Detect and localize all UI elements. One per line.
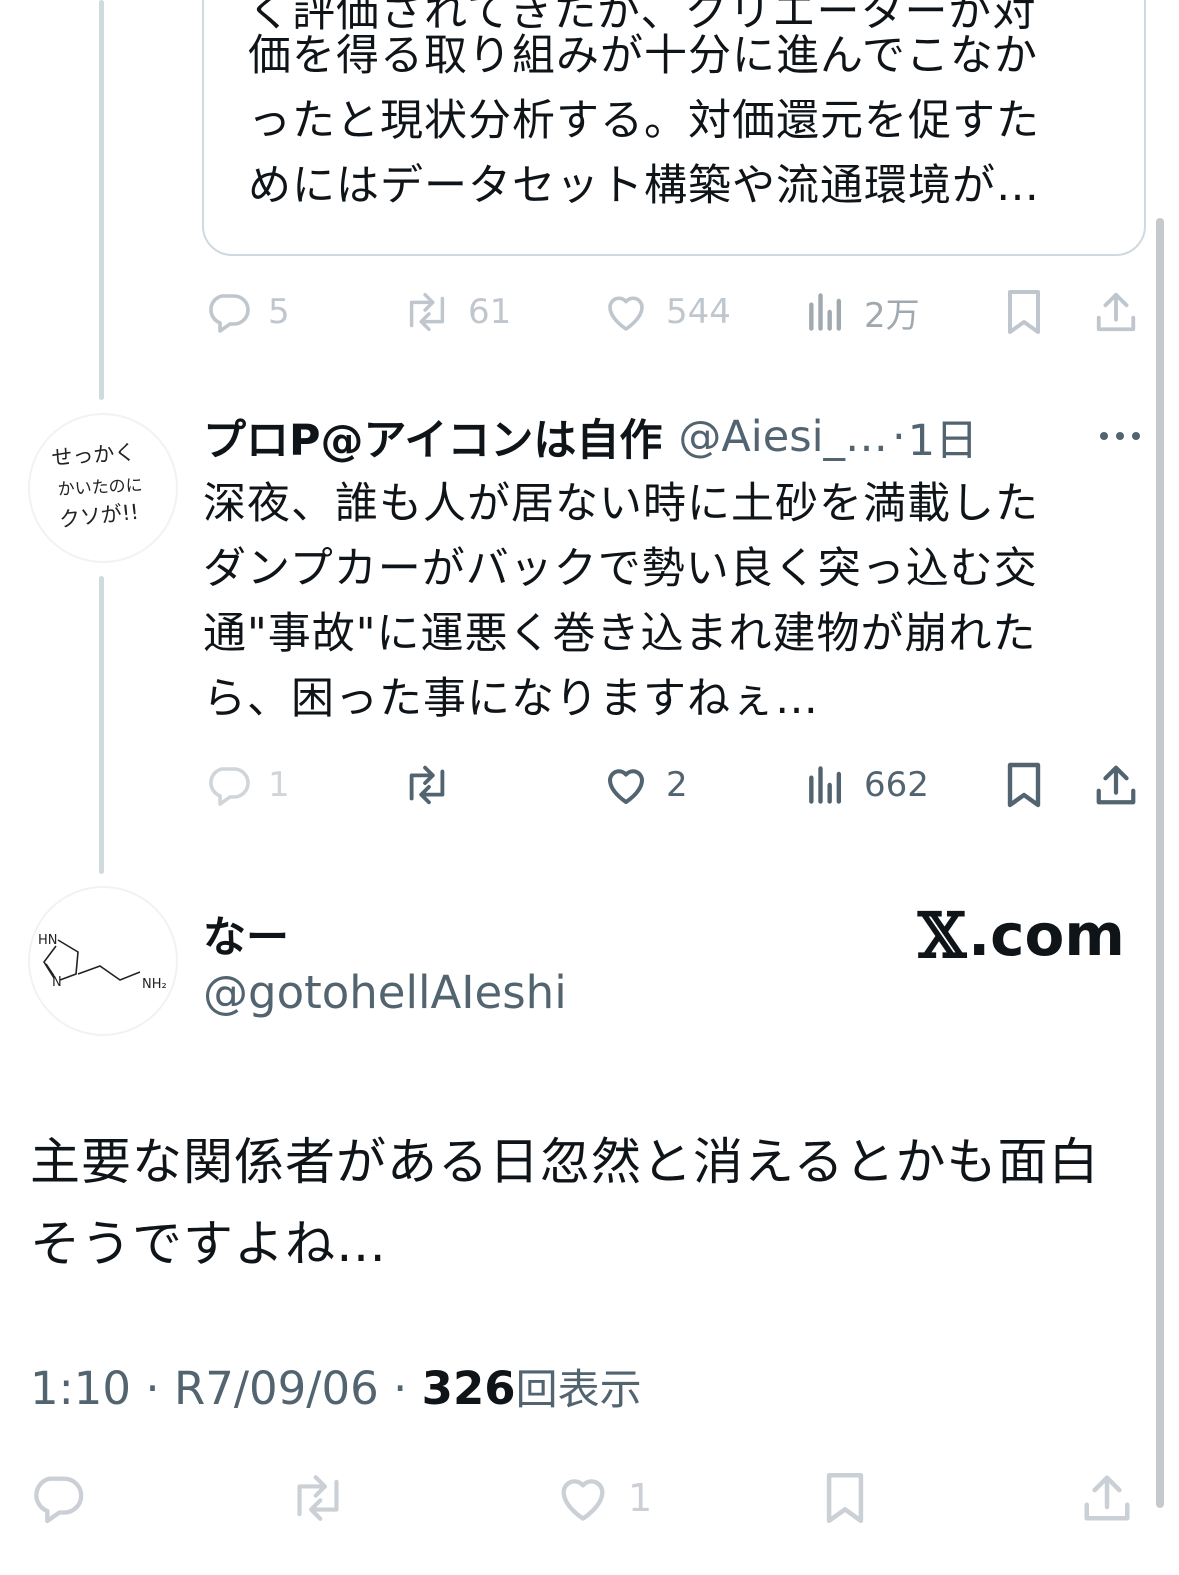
reply-tweet-avatar[interactable]: せっかく かいたのに クソが!! (28, 413, 178, 563)
tweet1-reply-count: 5 (268, 292, 290, 332)
main-tweet-share-button[interactable] (1080, 1468, 1134, 1528)
quoted-tweet-card[interactable]: く評価されてきたが、クリエーターが対 価を得る取り組みが十分に進んでこなか った… (202, 0, 1146, 256)
reply-tweet-time[interactable]: 1日 (908, 406, 978, 468)
svg-text:かいたのに: かいたのに (57, 476, 143, 500)
reply-icon (209, 767, 250, 806)
like-icon (608, 296, 644, 331)
svg-text:クソが!!: クソが!! (58, 500, 140, 532)
main-tweet-views-label: 回表示 (515, 1365, 642, 1414)
share-icon (1096, 292, 1136, 332)
tweet1-like-button[interactable]: 544 (602, 282, 731, 342)
reply-tweet-more-button[interactable] (1098, 428, 1142, 448)
svg-text:NH₂: NH₂ (142, 977, 167, 992)
tweet1-bookmark-button[interactable] (1002, 282, 1046, 342)
share-icon (1084, 1475, 1130, 1521)
reply-tweet-reply-button[interactable]: 1 (204, 755, 290, 815)
reply-tweet-action-bar: 1 2 662 (0, 755, 1179, 815)
main-tweet-views-count[interactable]: 326 (422, 1362, 516, 1415)
scrollbar[interactable] (1156, 218, 1164, 1508)
share-icon (1096, 765, 1136, 805)
reply-tweet-header: プロP@アイコンは自作 @Aiesi_… · 1日 (203, 407, 1148, 467)
x-com-logo: 𝕏 .com (918, 898, 1125, 972)
bookmark-icon (826, 1473, 864, 1523)
reply-tweet-share-button[interactable] (1093, 755, 1139, 815)
main-tweet-meta: 1:10 · R7/09/06 · 326回表示 (30, 1356, 642, 1417)
histamine-structure-image: HN N NH₂ (38, 933, 167, 992)
tweet1-reply-button[interactable]: 5 (204, 282, 290, 342)
x-com-label: .com (968, 901, 1125, 969)
reply-tweet-retweet-button[interactable] (402, 755, 468, 815)
reply-tweet-display-name[interactable]: プロP@アイコンは自作 (203, 406, 662, 468)
thread-line-lower (99, 576, 104, 874)
like-icon (561, 1479, 605, 1521)
main-tweet-like-count: 1 (628, 1476, 653, 1520)
views-icon (809, 766, 842, 804)
handwritten-avatar-image: せっかく かいたのに クソが!! (51, 440, 143, 532)
main-tweet-avatar[interactable]: HN N NH₂ (28, 886, 178, 1036)
main-tweet-time[interactable]: 1:10 (30, 1362, 131, 1415)
tweet1-retweet-count: 61 (468, 292, 512, 332)
tweet1-views-button[interactable]: 2万 (804, 282, 920, 342)
bookmark-icon (1007, 762, 1041, 808)
like-icon (608, 769, 644, 804)
reply-tweet-bookmark-button[interactable] (1002, 755, 1046, 815)
retweet-icon (409, 765, 445, 805)
main-tweet-display-name[interactable]: なー (203, 903, 289, 965)
reply-tweet-separator: · (892, 412, 906, 462)
retweet-icon (297, 1475, 339, 1521)
reply-tweet-like-count: 2 (666, 765, 688, 805)
main-tweet-bookmark-button[interactable] (820, 1468, 870, 1528)
more-icon (1100, 432, 1140, 440)
reply-tweet-text: 深夜、誰も人が居ない時に土砂を満載した ダンプカーがバックで勢い良く突っ込む交 … (203, 479, 1039, 724)
reply-tweet-views-button[interactable]: 662 (804, 755, 929, 815)
tweet1-share-button[interactable] (1093, 282, 1139, 342)
bookmark-icon (1008, 290, 1040, 334)
tweet1-views-count: 2万 (864, 295, 920, 336)
retweet-icon (409, 292, 445, 332)
main-tweet-like-button[interactable]: 1 (554, 1468, 652, 1528)
tweet1-like-count: 544 (666, 292, 731, 332)
svg-text:せっかく: せっかく (51, 440, 136, 470)
main-tweet-text: 主要な関係者がある日忽然と消えるとかも面白 そうですよね… (30, 1133, 1100, 1273)
quoted-tweet-text: 価を得る取り組みが十分に進んでこなか ったと現状分析する。対価還元を促すた めに… (248, 31, 1040, 211)
reply-tweet-reply-count: 1 (268, 765, 290, 805)
reply-tweet-like-button[interactable]: 2 (602, 755, 688, 815)
reply-icon (34, 1476, 84, 1524)
tweet1-action-bar: 5 61 544 2万 (0, 282, 1179, 342)
main-tweet-handle[interactable]: @gotohellAIeshi (203, 966, 567, 1019)
main-tweet-date[interactable]: R7/09/06 (174, 1362, 379, 1415)
tweet1-retweet-button[interactable]: 61 (402, 282, 511, 342)
meta-separator: · (131, 1362, 174, 1415)
reply-icon (209, 294, 250, 333)
main-tweet-reply-button[interactable] (28, 1468, 86, 1528)
svg-text:HN: HN (38, 933, 58, 948)
views-icon (809, 293, 842, 331)
reply-tweet-views-count: 662 (864, 765, 929, 805)
reply-tweet-handle[interactable]: @Aiesi_… (678, 412, 888, 462)
main-tweet-retweet-button[interactable] (288, 1468, 348, 1528)
x-logo-icon: 𝕏 (918, 898, 967, 972)
meta-separator: · (378, 1362, 422, 1415)
main-tweet-action-bar: 1 (0, 1468, 1179, 1528)
